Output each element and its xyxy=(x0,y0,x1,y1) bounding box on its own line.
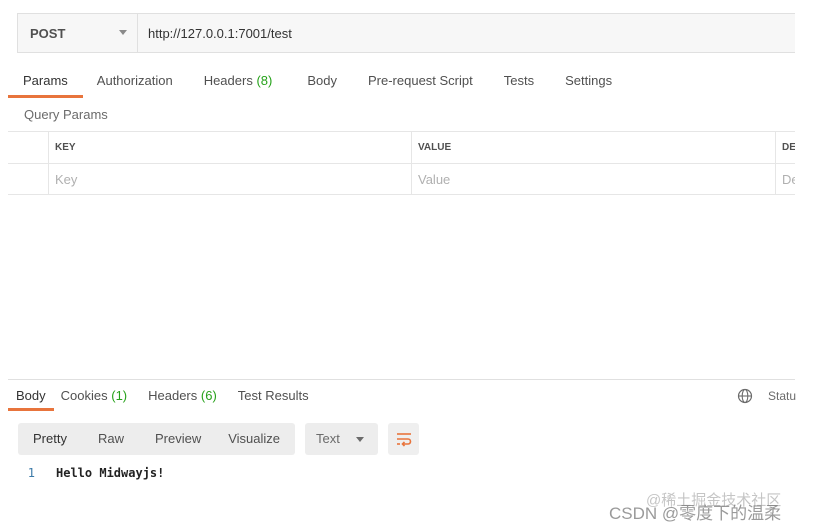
url-input[interactable]: http://127.0.0.1:7001/test xyxy=(138,14,795,52)
view-raw-button[interactable]: Raw xyxy=(98,423,124,455)
tab-body[interactable]: Body xyxy=(307,66,337,98)
tab-test-results[interactable]: Test Results xyxy=(238,381,309,411)
tab-label: Headers xyxy=(203,73,253,88)
tab-label: Authorization xyxy=(96,73,173,88)
tab-label: Body xyxy=(307,73,337,88)
line-number: 1 xyxy=(27,466,35,480)
description-input[interactable]: De xyxy=(776,164,795,194)
key-input[interactable]: Key xyxy=(49,164,412,194)
tab-tests[interactable]: Tests xyxy=(504,66,534,98)
format-select-value: Text xyxy=(316,431,340,446)
tab-authorization[interactable]: Authorization xyxy=(97,66,173,98)
wrap-lines-button[interactable] xyxy=(388,423,419,455)
tab-count-badge: (6) xyxy=(200,388,217,403)
globe-icon[interactable] xyxy=(737,388,753,404)
chevron-down-icon xyxy=(119,30,127,35)
value-input[interactable]: Value xyxy=(412,164,776,194)
tab-pre-request-script[interactable]: Pre-request Script xyxy=(368,66,473,98)
watermark-csdn: CSDN @零度下的温柔 xyxy=(609,504,782,523)
column-header-description: DE xyxy=(782,142,795,153)
wrap-lines-icon xyxy=(396,433,411,447)
response-body-text: Hello Midwayjs! xyxy=(56,466,165,480)
tab-response-body[interactable]: Body xyxy=(8,381,54,411)
tab-cookies[interactable]: Cookies (1) xyxy=(61,381,127,411)
tab-label: Params xyxy=(23,73,68,88)
request-tabs: Params Authorization Headers (8) Body Pr… xyxy=(8,66,612,98)
response-divider xyxy=(8,379,795,380)
tab-label: Pre-request Script xyxy=(367,73,473,88)
chevron-down-icon xyxy=(356,437,364,442)
method-select[interactable]: POST xyxy=(18,14,138,52)
response-status-label: Statu xyxy=(768,389,797,403)
tab-label: Body xyxy=(16,388,46,403)
row-checkbox-cell[interactable] xyxy=(8,164,49,194)
view-pretty-button[interactable]: Pretty xyxy=(33,423,67,455)
tab-label: Settings xyxy=(565,73,613,88)
tab-settings[interactable]: Settings xyxy=(565,66,612,98)
tab-label: Headers xyxy=(148,388,198,403)
method-label: POST xyxy=(30,25,66,41)
view-visualize-button[interactable]: Visualize xyxy=(228,423,280,455)
format-select[interactable]: Text xyxy=(305,423,378,455)
response-body-line: 1 Hello Midwayjs! xyxy=(0,462,300,484)
url-text: http://127.0.0.1:7001/test xyxy=(148,25,292,41)
view-preview-button[interactable]: Preview xyxy=(155,423,201,455)
tab-count-badge: (1) xyxy=(111,388,128,403)
table-row: Key Value De xyxy=(8,163,795,195)
tab-params[interactable]: Params xyxy=(8,66,83,98)
response-view-switcher: Pretty Raw Preview Visualize xyxy=(18,423,295,455)
request-url-bar: POST http://127.0.0.1:7001/test xyxy=(17,13,795,53)
tab-headers[interactable]: Headers (8) xyxy=(204,66,273,98)
column-header-value: VALUE xyxy=(412,132,776,163)
tab-label: Tests xyxy=(503,73,535,88)
tab-count-badge: (8) xyxy=(256,73,273,88)
column-header-key: KEY xyxy=(49,132,412,163)
row-handle-cell xyxy=(8,132,49,163)
tab-response-headers[interactable]: Headers (6) xyxy=(148,381,217,411)
query-params-title: Query Params xyxy=(24,107,108,122)
table-header-row: KEY VALUE DE xyxy=(8,131,795,163)
response-tabs: Body Cookies (1) Headers (6) Test Result… xyxy=(8,381,309,411)
query-params-table: KEY VALUE DE Key Value De xyxy=(8,131,795,195)
tab-label: Test Results xyxy=(237,388,309,403)
tab-label: Cookies xyxy=(60,388,108,403)
